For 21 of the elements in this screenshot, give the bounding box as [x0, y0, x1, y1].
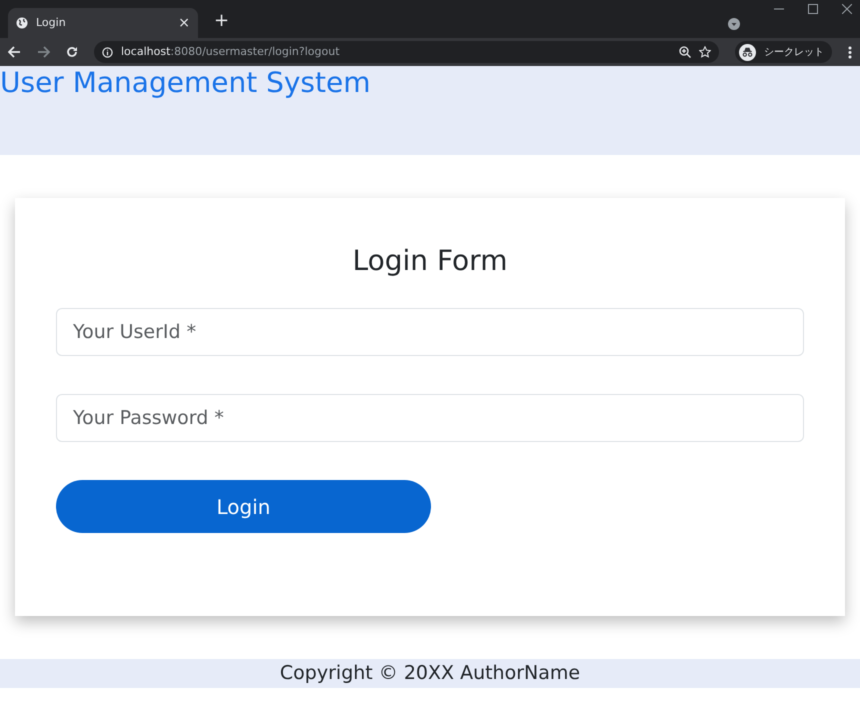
- form-title: Login Form: [352, 243, 508, 279]
- info-icon[interactable]: [102, 46, 113, 58]
- tab-search-icon[interactable]: [728, 18, 740, 30]
- login-button[interactable]: Login: [56, 480, 431, 533]
- close-icon[interactable]: [842, 4, 852, 14]
- forward-icon[interactable]: [37, 46, 50, 58]
- star-icon[interactable]: [699, 46, 711, 58]
- new-tab-button[interactable]: +: [214, 12, 230, 30]
- maximize-icon[interactable]: [808, 4, 818, 14]
- tab-title[interactable]: Login: [36, 14, 66, 32]
- menu-icon[interactable]: [848, 46, 852, 58]
- close-tab-button[interactable]: ×: [178, 16, 190, 30]
- app-title[interactable]: User Management System: [0, 66, 370, 100]
- zoom-icon[interactable]: [679, 46, 691, 58]
- globe-icon: [16, 17, 28, 29]
- copyright-text: Copyright © 20XX AuthorName: [280, 661, 580, 686]
- back-icon[interactable]: [8, 46, 21, 58]
- reload-icon[interactable]: [66, 46, 78, 58]
- incognito-icon: [739, 44, 756, 60]
- userid-field[interactable]: Your UserId *: [56, 308, 804, 356]
- password-field[interactable]: Your Password *: [56, 394, 804, 442]
